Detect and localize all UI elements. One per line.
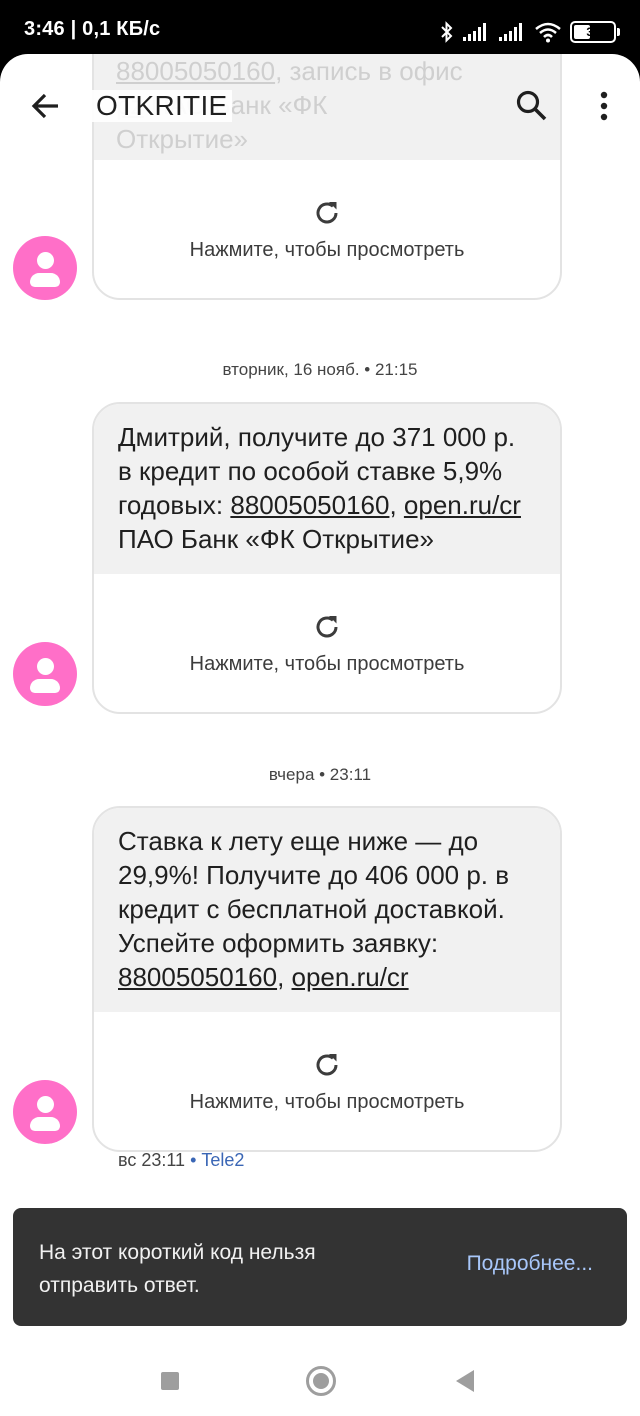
conversation-list[interactable]: Нажмите, чтобы просмотреть вторник, 16 н…	[0, 54, 640, 1344]
message-meta: вс 23:11 • Tele2	[118, 1150, 245, 1170]
home-icon[interactable]	[306, 1366, 336, 1396]
status-time: 3:46 | 0,1 КБ/с	[24, 18, 161, 40]
system-nav-bar	[0, 1344, 640, 1416]
message-time: вс 23:11	[118, 1150, 186, 1170]
url-link[interactable]: open.ru/cr	[292, 962, 409, 992]
link-preview[interactable]: Нажмите, чтобы просмотреть	[94, 160, 560, 298]
preview-label: Нажмите, чтобы просмотреть	[189, 238, 465, 261]
battery-level: 38	[586, 25, 600, 39]
url-link[interactable]: open.ru/cr	[404, 490, 521, 520]
search-icon[interactable]	[514, 88, 550, 124]
preview-label: Нажмите, чтобы просмотреть	[189, 652, 465, 675]
top-app-bar: OTKRITIE	[0, 54, 640, 158]
bluetooth-icon	[441, 21, 453, 43]
wifi-icon	[535, 22, 561, 43]
avatar[interactable]	[13, 1080, 77, 1144]
avatar[interactable]	[13, 642, 77, 706]
snackbar: На этот короткий код нельзя отправить от…	[13, 1208, 627, 1326]
messages-app: Нажмите, чтобы просмотреть вторник, 16 н…	[0, 54, 640, 1416]
signal-icon	[499, 23, 522, 41]
back-icon[interactable]	[456, 1370, 474, 1392]
link-preview[interactable]: Нажмите, чтобы просмотреть	[94, 1012, 560, 1150]
snackbar-text: На этот короткий код нельзя отправить от…	[39, 1241, 316, 1297]
battery-icon: 38	[570, 21, 620, 43]
avatar[interactable]	[13, 236, 77, 300]
preview-label: Нажмите, чтобы просмотреть	[189, 1090, 465, 1113]
refresh-icon	[316, 615, 338, 637]
date-separator: вторник, 16 нояб. • 21:15	[222, 360, 418, 379]
message-bubble[interactable]: Дмитрий, получите до 371 000 р. в кредит…	[92, 402, 562, 714]
phone-link[interactable]: 88005050160	[118, 962, 277, 992]
message-text: Дмитрий, получите до 371 000 р. в кредит…	[94, 404, 560, 574]
message-bubble[interactable]: Ставка к лету еще ниже — до 29,9%! Получ…	[92, 806, 562, 1152]
refresh-icon	[316, 1053, 338, 1075]
status-bar: 3:46 | 0,1 КБ/с 38	[0, 0, 640, 62]
link-preview[interactable]: Нажмите, чтобы просмотреть	[94, 574, 560, 712]
arrow-back-icon[interactable]	[28, 88, 64, 124]
conversation-title[interactable]: OTKRITIE	[92, 90, 232, 122]
message-text: Ставка к лету еще ниже — до 29,9%! Получ…	[94, 808, 560, 1012]
carrier-label: Tele2	[201, 1150, 245, 1170]
status-icons: 38	[440, 18, 620, 46]
signal-icon	[463, 23, 486, 41]
recent-apps-icon[interactable]	[161, 1372, 179, 1390]
snackbar-action-button[interactable]: Подробнее...	[467, 1252, 593, 1276]
more-vert-icon[interactable]	[590, 88, 618, 124]
refresh-icon	[316, 201, 338, 223]
phone-link[interactable]: 88005050160	[230, 490, 389, 520]
date-separator: вчера • 23:11	[268, 765, 372, 784]
